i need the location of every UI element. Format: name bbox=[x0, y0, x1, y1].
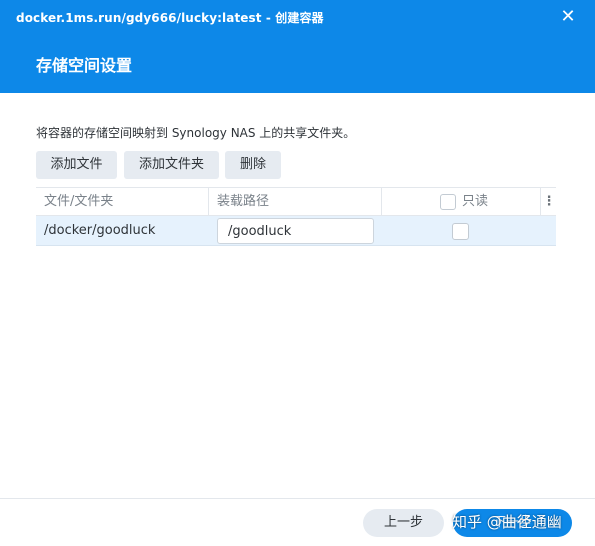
column-header-mount-path[interactable]: 装载路径 bbox=[217, 188, 269, 216]
column-divider[interactable] bbox=[208, 188, 209, 216]
storage-description: 将容器的存储空间映射到 Synology NAS 上的共享文件夹。 bbox=[36, 126, 356, 140]
table-header: 文件/文件夹 装载路径 只读 ⋮ bbox=[36, 187, 556, 216]
add-folder-button[interactable]: 添加文件夹 bbox=[124, 151, 219, 179]
close-icon[interactable]: ✕ bbox=[558, 7, 578, 27]
read-only-checkbox[interactable] bbox=[452, 223, 469, 240]
file-folder-path: /docker/goodluck bbox=[44, 223, 156, 238]
column-menu-icon[interactable]: ⋮ bbox=[542, 188, 556, 216]
mount-path-input[interactable] bbox=[217, 218, 374, 244]
column-divider[interactable] bbox=[540, 188, 541, 216]
column-divider[interactable] bbox=[381, 188, 382, 216]
footer-divider bbox=[0, 498, 595, 499]
previous-button[interactable]: 上一步 bbox=[363, 509, 444, 537]
table-row[interactable]: /docker/goodluck bbox=[36, 216, 556, 246]
window-title: docker.1ms.run/gdy666/lucky:latest - 创建容… bbox=[16, 11, 324, 25]
read-only-select-all-checkbox[interactable] bbox=[440, 194, 456, 210]
delete-button[interactable]: 删除 bbox=[225, 151, 281, 179]
section-title: 存储空间设置 bbox=[36, 56, 133, 75]
watermark: 知乎 @曲径通幽 bbox=[452, 513, 562, 531]
column-header-file-folder[interactable]: 文件/文件夹 bbox=[44, 188, 113, 216]
add-file-button[interactable]: 添加文件 bbox=[36, 151, 117, 179]
dialog-header: docker.1ms.run/gdy666/lucky:latest - 创建容… bbox=[0, 0, 595, 93]
volume-table: 文件/文件夹 装载路径 只读 ⋮ /docker/goodluck bbox=[36, 187, 556, 246]
column-header-read-only: 只读 bbox=[462, 194, 489, 209]
